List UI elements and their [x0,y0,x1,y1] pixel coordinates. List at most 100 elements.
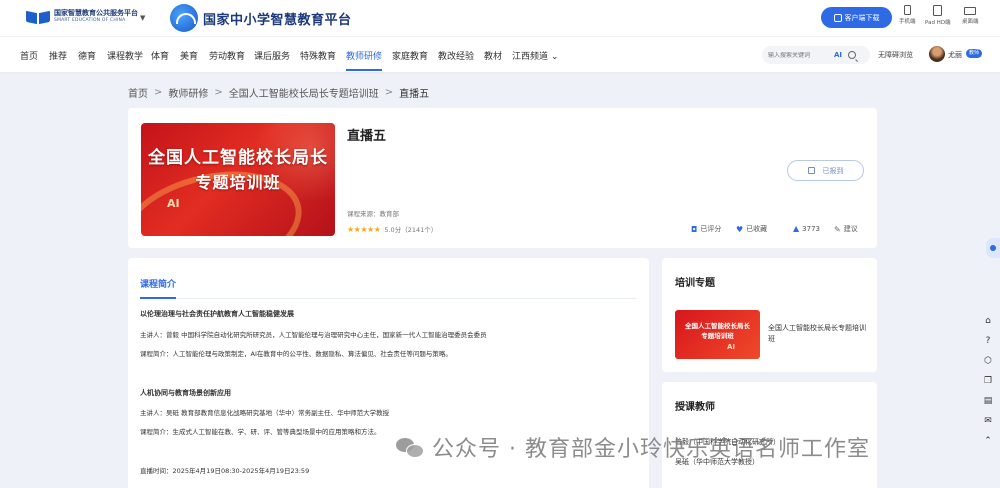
document-icon[interactable]: ▤ [981,394,995,408]
download-icon [833,13,842,22]
top-header: 国家智慧教育公共服务平台 SMART EDUCATION OF CHINA ▼ … [0,0,1000,36]
help-icon[interactable]: ? [981,334,995,348]
tab-active-underline [140,297,176,299]
breadcrumb-current: 直播五 [399,89,430,100]
nav-item-curriculum[interactable]: 课程教学 [107,49,143,62]
rated-icon: ◘ [691,224,698,234]
nav-item-sports[interactable]: 体育 [151,49,169,62]
device-desktop[interactable]: 桌面端 [962,5,979,25]
training-topic-card: 培训专题 全国人工智能校长局长 专题培训班 AI 全国人工智能校长局长专题培训班 [662,258,877,372]
client-download-button[interactable]: 客户端下载 [821,7,892,28]
favorite-button[interactable]: ♥ 已收藏 [736,224,767,234]
nav-item-moral[interactable]: 德育 [78,49,96,62]
platform-title[interactable]: 国家中小学智慧教育平台 [203,9,352,28]
suggest-icon: ✎ [834,224,841,234]
smart-logo-en: SMART EDUCATION OF CHINA [54,18,126,24]
nav-item-teacher-training[interactable]: 教师研修 [346,49,383,71]
breadcrumb-teacher-training[interactable]: 教师研修 [168,85,208,100]
user-role-badge: 教师 [966,49,983,58]
copy-icon[interactable]: ❐ [981,374,995,388]
nav-item-after-school[interactable]: 课后服务 [254,49,290,62]
course-source: 课程来源：教育部 [347,210,399,218]
teachers-title: 授课教师 [675,402,715,413]
suggest-label: 建议 [843,225,858,233]
intro-live-time: 直播时间：2025年4月19日08:30-2025年4月19日23:59 [140,467,310,475]
nav-item-textbook[interactable]: 教材 [484,49,502,62]
book-logo-icon [26,9,50,25]
avatar[interactable] [929,46,945,62]
mini-banner-line1: 全国人工智能校长局长 [685,322,750,330]
intro-description: 课程简介：生成式人工智能在教、学、研、评、管等典型场景中的应用策略和方法。 [140,428,381,436]
wechat-icon [396,436,424,458]
nav-item-special[interactable]: 特殊教育 [300,49,336,62]
nav-item-family[interactable]: 家庭教育 [392,49,428,62]
platform-switch-caret-icon[interactable]: ▼ [140,14,145,22]
search-box: AI [762,46,870,64]
device-mobile-label: 手机端 [899,19,916,25]
breadcrumb-home[interactable]: 首页 [128,85,148,100]
heart-icon: ♥ [736,224,744,234]
star-rating-icon: ★★★★★ [347,224,381,234]
cube-icon[interactable]: ⬡ [981,354,995,368]
training-topic-link[interactable]: 全国人工智能校长局长专题培训班 [768,323,868,345]
page-title: 直播五 [347,129,387,144]
favorite-label: 已收藏 [746,225,768,233]
nav-item-reform[interactable]: 教改经验 [438,49,474,62]
like-count: 3773 [802,224,820,233]
feedback-icon[interactable]: ✉ [981,414,995,428]
like-button[interactable]: ▲ 3773 [793,224,820,233]
watermark-text: 公众号 · 教育部金小玲快乐英语名师工作室 [432,437,870,462]
intro-description: 课程简介：人工智能伦理与政策制定，AI在教育中的公平性、数据隐私、算法偏见、社会… [140,350,452,358]
course-banner[interactable]: 全国人工智能校长局长 专题培训班 AI [141,123,335,236]
smart-logo-cn: 国家智慧教育公共服务平台 [54,9,138,18]
banner-ai-text: AI [167,197,180,210]
intro-divider [140,298,636,299]
rate-button[interactable]: ◘ 已评分 [691,224,721,234]
training-topic-title: 培训专题 [675,278,715,289]
nav-item-arts[interactable]: 美育 [180,49,198,62]
tab-course-intro[interactable]: 课程简介 [140,277,176,290]
client-download-label: 客户端下载 [844,13,880,22]
device-pad-label: Pad HD端 [925,20,951,26]
nav-item-home[interactable]: 首页 [20,49,38,62]
phone-icon [903,5,911,15]
rating-text: 5.0分（2141个） [384,226,438,234]
course-rating: ★★★★★ 5.0分（2141个） [347,224,438,235]
side-drawer-tab[interactable] [986,238,1000,258]
mini-banner-ai-text: AI [727,343,736,351]
user-name[interactable]: 尤丽 [948,50,962,60]
rate-label: 已评分 [700,225,722,233]
mini-banner-line2: 专题培训班 [701,332,734,340]
thumbs-up-icon: ▲ [793,224,800,233]
ai-search-button[interactable]: AI [834,51,842,59]
wechat-watermark: 公众号 · 教育部金小玲快乐英语名师工作室 [396,431,870,463]
nav-item-recommend[interactable]: 推荐 [49,49,67,62]
main-nav: 首页 推荐 德育 课程教学 体育 美育 劳动教育 课后服务 特殊教育 教师研修 … [0,36,1000,72]
nav-item-labor[interactable]: 劳动教育 [209,49,245,62]
intro-speaker: 主讲人：曾毅 中国科学院自动化研究所研究员，人工智能伦理与治理研究中心主任，国家… [140,331,487,339]
tablet-icon [933,5,943,16]
desktop-icon [964,7,977,15]
breadcrumb-separator: > [214,87,223,98]
course-header-card: 全国人工智能校长局长 专题培训班 AI 直播五 已报到 课程来源：教育部 ★★★… [128,108,877,248]
device-pad[interactable]: Pad HD端 [925,5,951,26]
banner-title-line2: 专题培训班 [195,173,281,192]
smart-education-logo[interactable]: 国家智慧教育公共服务平台 SMART EDUCATION OF CHINA [26,9,138,25]
platform-logo-icon [170,4,198,32]
search-icon[interactable] [848,51,857,59]
signup-status-button[interactable]: 已报到 [787,160,864,181]
calendar-icon [807,167,815,174]
training-topic-thumbnail[interactable]: 全国人工智能校长局长 专题培训班 AI [675,310,760,359]
breadcrumb-separator: > [384,87,394,98]
chevron-up-icon[interactable]: ⌃ [981,434,995,448]
intro-section-title: 人机协同与教育场景创新应用 [140,389,231,397]
breadcrumb-training-class[interactable]: 全国人工智能校长局长专题培训班 [229,85,379,100]
suggest-button[interactable]: ✎ 建议 [834,224,858,234]
search-input[interactable] [768,51,830,59]
device-desktop-label: 桌面端 [962,19,979,25]
intro-section-title: 以伦理治理与社会责任护航教育人工智能稳健发展 [140,310,294,318]
device-mobile[interactable]: 手机端 [899,5,916,25]
nav-item-jiangxi[interactable]: 江西频道 ⌄ [512,49,558,62]
barrier-free-link[interactable]: 无障碍浏览 [878,50,913,60]
home-icon[interactable]: ⌂ [981,314,995,328]
